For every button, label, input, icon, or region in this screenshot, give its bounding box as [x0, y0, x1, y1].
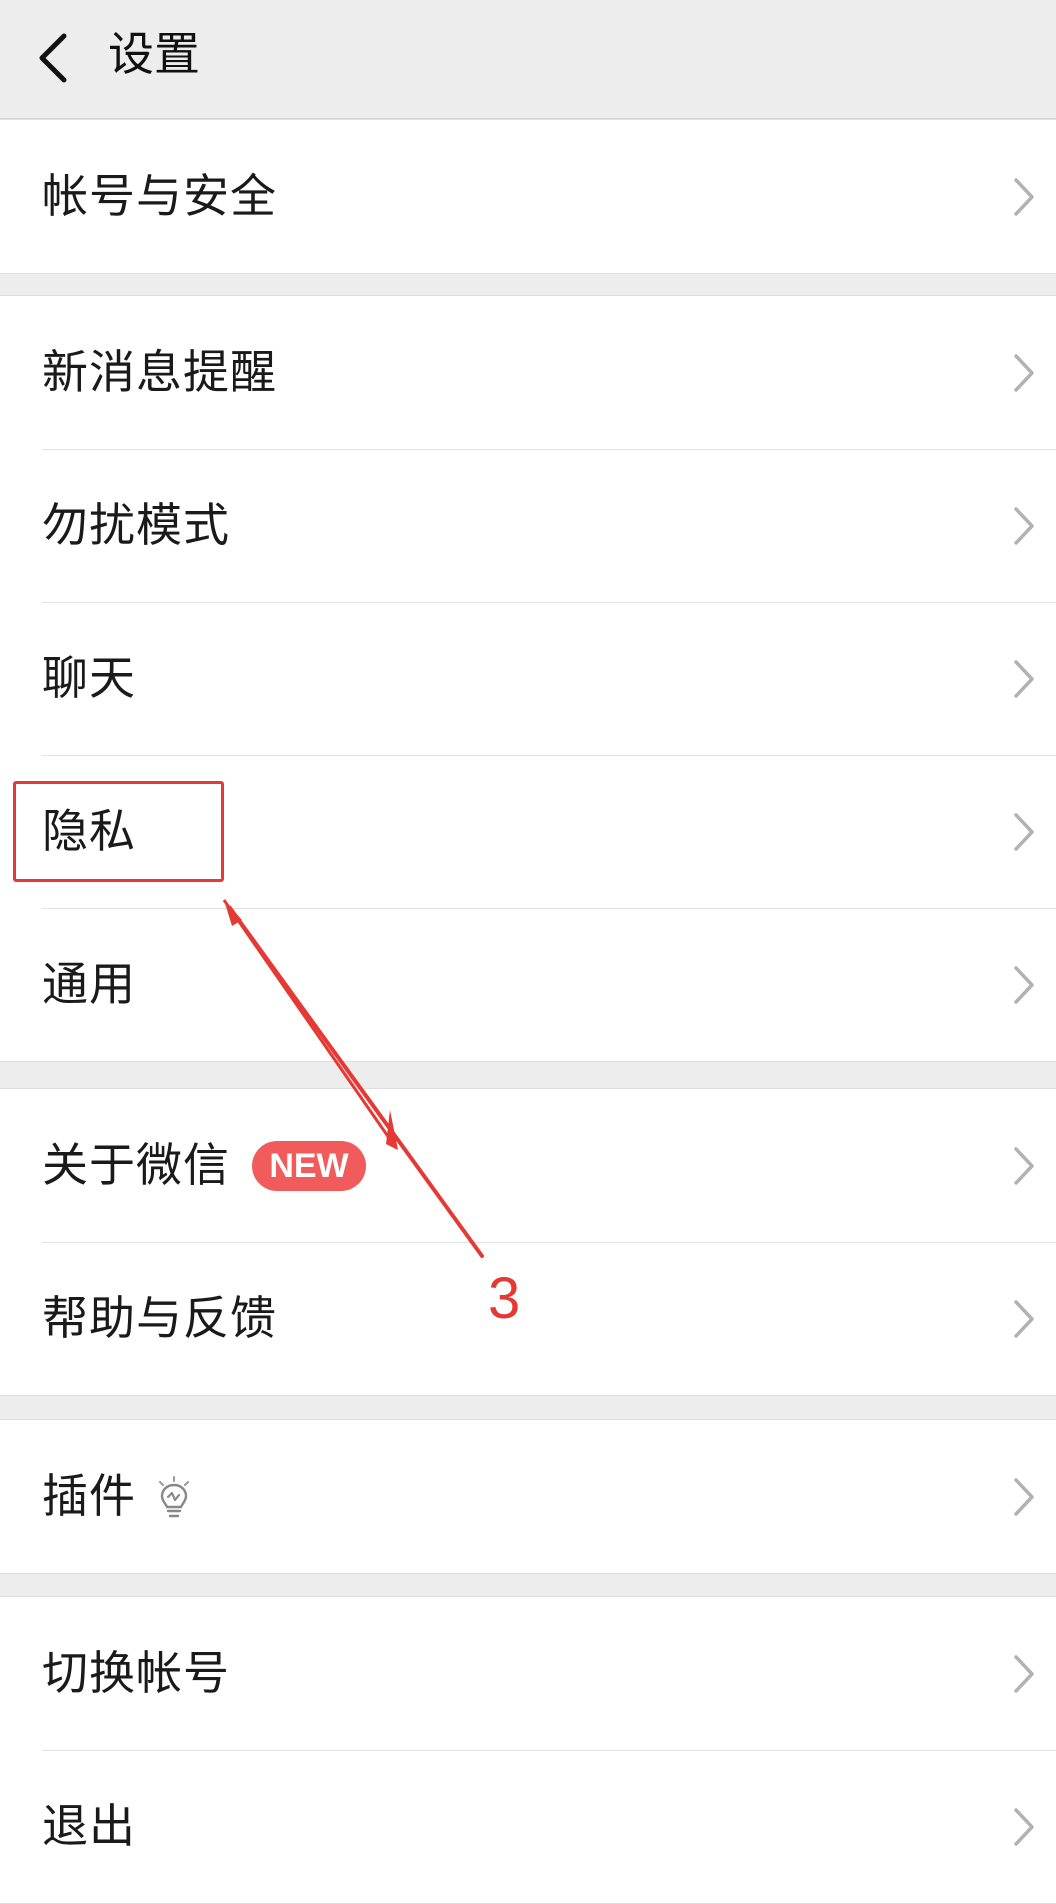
lightbulb-icon — [159, 1476, 189, 1518]
settings-item-label: 帮助与反馈 — [42, 1291, 277, 1345]
chevron-right-icon — [1014, 178, 1034, 216]
settings-item-chat[interactable]: 聊天 — [0, 602, 1056, 755]
page-title: 设置 — [108, 27, 200, 81]
settings-item-label: 勿扰模式 — [42, 498, 230, 552]
settings-item-switch-account[interactable]: 切换帐号 — [0, 1597, 1056, 1750]
settings-item-about-wechat[interactable]: 关于微信 NEW — [0, 1089, 1056, 1242]
settings-item-account-security[interactable]: 帐号与安全 — [0, 120, 1056, 273]
settings-item-label: 聊天 — [42, 651, 136, 705]
top-bar: 设置 — [0, 0, 1056, 119]
settings-item-label: 退出 — [42, 1799, 136, 1853]
chevron-right-icon — [1014, 1478, 1034, 1516]
settings-group-general: 新消息提醒 勿扰模式 聊天 隐私 通用 — [0, 295, 1056, 1062]
new-badge: NEW — [252, 1141, 366, 1191]
settings-item-label: 通用 — [42, 957, 136, 1011]
chevron-right-icon — [1014, 1655, 1034, 1693]
chevron-right-icon — [1014, 660, 1034, 698]
chevron-right-icon — [1014, 813, 1034, 851]
annotation-step-number: 3 — [488, 1266, 521, 1331]
settings-item-general[interactable]: 通用 — [0, 908, 1056, 1061]
settings-group-plugins: 插件 — [0, 1419, 1056, 1574]
settings-group-account: 帐号与安全 — [0, 119, 1056, 274]
settings-item-label: 切换帐号 — [42, 1646, 230, 1700]
settings-item-label: 帐号与安全 — [42, 169, 277, 223]
chevron-right-icon — [1014, 1147, 1034, 1185]
chevron-right-icon — [1014, 1808, 1034, 1846]
settings-item-label: 关于微信 — [42, 1138, 230, 1192]
settings-item-plugins[interactable]: 插件 — [0, 1420, 1056, 1573]
settings-item-label: 插件 — [42, 1469, 136, 1523]
settings-item-notifications[interactable]: 新消息提醒 — [0, 296, 1056, 449]
chevron-right-icon — [1014, 507, 1034, 545]
settings-group-session: 切换帐号 退出 — [0, 1596, 1056, 1904]
chevron-right-icon — [1014, 1300, 1034, 1338]
settings-group-about: 关于微信 NEW 帮助与反馈 — [0, 1088, 1056, 1396]
settings-item-label: 新消息提醒 — [42, 345, 277, 399]
settings-item-do-not-disturb[interactable]: 勿扰模式 — [0, 449, 1056, 602]
chevron-right-icon — [1014, 354, 1034, 392]
settings-item-help-feedback[interactable]: 帮助与反馈 — [0, 1242, 1056, 1395]
settings-item-logout[interactable]: 退出 — [0, 1750, 1056, 1903]
chevron-left-icon — [39, 33, 67, 83]
back-button[interactable] — [34, 28, 74, 88]
annotation-highlight-box — [13, 781, 224, 882]
chevron-right-icon — [1014, 966, 1034, 1004]
